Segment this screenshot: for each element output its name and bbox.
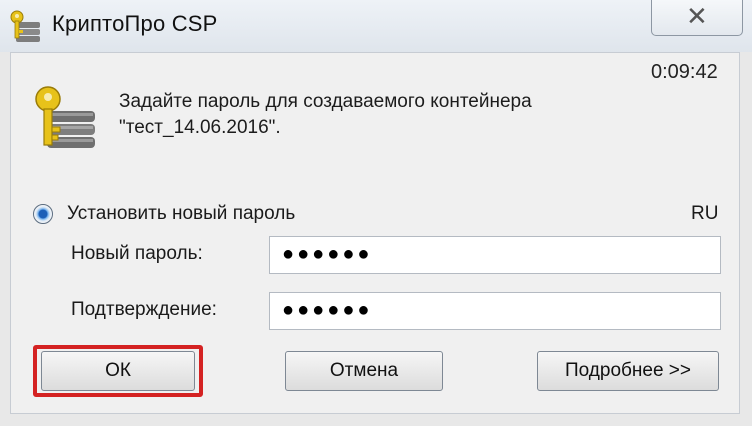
timer: 0:09:42 — [651, 61, 718, 83]
new-password-label: Новый пароль: — [71, 243, 203, 264]
new-password-field[interactable]: ●●●●●● — [269, 236, 721, 274]
radio-label: Установить новый пароль — [67, 203, 296, 224]
message-line-2: "тест_14.06.2016". — [119, 117, 281, 138]
title-bar: КриптоПро CSP ✕ — [0, 0, 752, 52]
key-database-icon — [35, 86, 95, 148]
details-button[interactable]: Подробнее >> — [537, 351, 719, 391]
new-password-value: ●●●●●● — [282, 243, 373, 265]
dialog-body: 0:09:42 Задайте пароль для создаваемого … — [10, 52, 740, 414]
app-key-icon — [10, 10, 40, 42]
confirm-password-field[interactable]: ●●●●●● — [269, 292, 721, 330]
close-button[interactable]: ✕ — [651, 0, 743, 36]
close-icon: ✕ — [686, 1, 708, 31]
window-title: КриптоПро CSP — [52, 11, 218, 36]
language-indicator: RU — [691, 203, 719, 224]
cancel-button[interactable]: Отмена — [285, 351, 443, 391]
message-line-1: Задайте пароль для создаваемого контейне… — [119, 91, 532, 112]
message-text: Задайте пароль для создаваемого контейне… — [119, 89, 532, 141]
confirm-password-value: ●●●●●● — [282, 299, 373, 321]
radio-button-selected[interactable] — [33, 204, 53, 224]
ok-button[interactable]: ОК — [41, 351, 195, 391]
confirm-password-label: Подтверждение: — [71, 299, 217, 320]
